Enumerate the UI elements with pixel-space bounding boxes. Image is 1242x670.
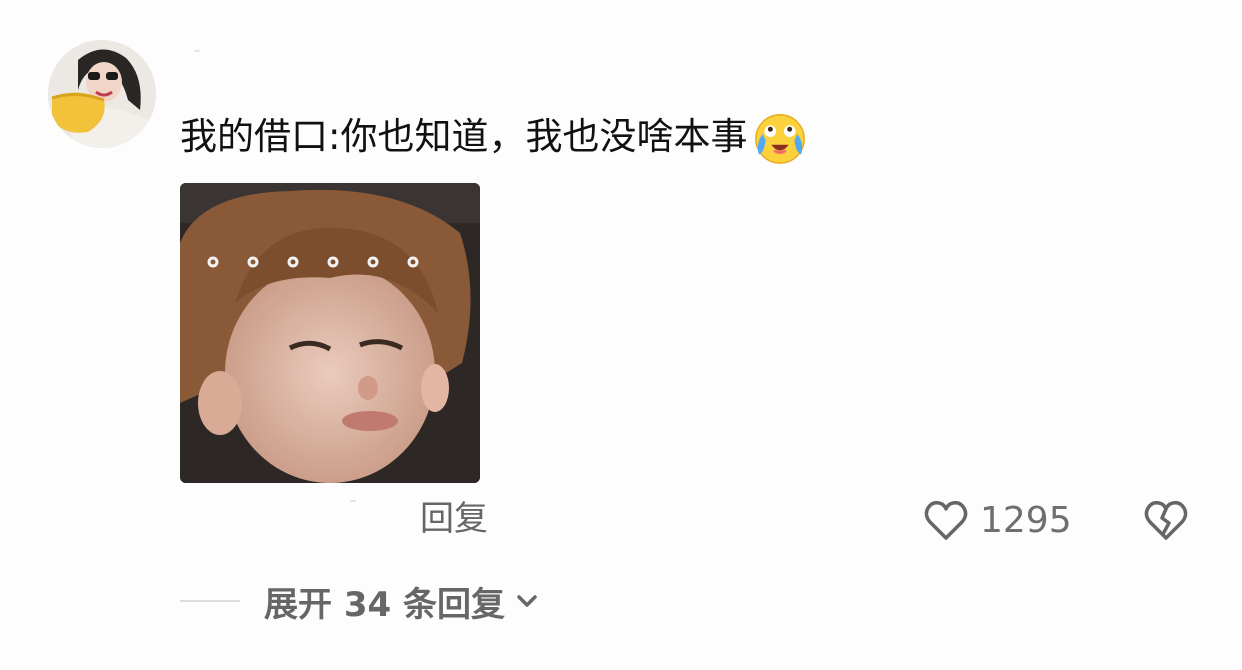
timestamp-placeholder <box>350 500 356 502</box>
broken-heart-icon <box>1144 500 1188 540</box>
dislike-button[interactable] <box>1142 496 1190 544</box>
avatar-image <box>48 40 156 148</box>
comment-text: 我的借口:你也知道，我也没啥本事 <box>180 108 809 166</box>
divider <box>180 600 240 602</box>
chevron-down-icon <box>517 595 537 607</box>
crying-laughing-face-icon <box>755 114 806 164</box>
comment-image[interactable] <box>180 183 480 483</box>
heart-outline-icon <box>924 500 968 540</box>
like-button[interactable]: 1295 <box>922 496 1072 544</box>
comment-page: 我的借口:你也知道，我也没啥本事 回复 1295 展开 34 条回复 <box>0 0 1242 670</box>
comment-body: 我的借口:你也知道，我也没啥本事 <box>180 115 748 158</box>
toddler-meme-image <box>180 183 480 483</box>
expand-replies-label: 展开 34 条回复 <box>264 584 505 625</box>
username-placeholder <box>194 50 200 52</box>
reply-button[interactable]: 回复 <box>420 496 488 542</box>
expand-replies-button[interactable]: 展开 34 条回复 <box>180 576 541 626</box>
avatar[interactable] <box>48 40 156 148</box>
like-count: 1295 <box>980 499 1072 541</box>
